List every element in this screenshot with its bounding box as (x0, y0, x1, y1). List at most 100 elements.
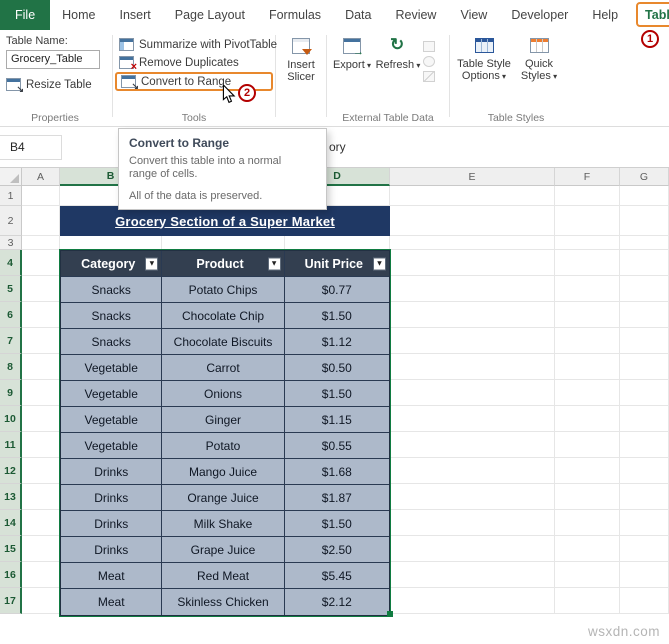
table-header-category[interactable]: Category (61, 251, 163, 277)
grid-cell[interactable] (620, 354, 669, 380)
remove-duplicates-button[interactable]: Remove Duplicates (115, 54, 273, 73)
table-cell[interactable]: Red Meat (162, 563, 285, 589)
grid-cell[interactable] (620, 236, 669, 250)
grid-cell[interactable] (620, 276, 669, 302)
row-header-16[interactable]: 16 (0, 562, 22, 588)
table-cell[interactable]: $1.50 (284, 381, 389, 407)
grid-cell[interactable] (22, 432, 60, 458)
grid-cell[interactable] (22, 380, 60, 406)
filter-dropdown-button[interactable] (373, 257, 386, 270)
formula-bar-input[interactable]: ory (329, 140, 346, 154)
grid-cell[interactable] (555, 458, 620, 484)
row-header-2[interactable]: 2 (0, 206, 22, 236)
grid-cell[interactable] (390, 250, 555, 276)
grid-cell[interactable] (390, 536, 555, 562)
table-cell[interactable]: Snacks (61, 277, 163, 303)
grid-cell[interactable] (620, 328, 669, 354)
grid-cell[interactable] (620, 380, 669, 406)
grid-cell[interactable] (555, 380, 620, 406)
grid-cell[interactable] (390, 276, 555, 302)
grid-cell[interactable] (390, 236, 555, 250)
table-cell[interactable]: Chocolate Chip (162, 303, 285, 329)
grid-cell[interactable] (390, 432, 555, 458)
grid-cell[interactable] (22, 354, 60, 380)
table-cell[interactable]: Grape Juice (162, 537, 285, 563)
table-header-product[interactable]: Product (162, 251, 285, 277)
grid-cell[interactable] (390, 302, 555, 328)
select-all-corner[interactable] (0, 168, 22, 186)
table-cell[interactable]: $0.77 (284, 277, 389, 303)
grid-cell[interactable] (555, 484, 620, 510)
summarize-with-pivottable-button[interactable]: Summarize with PivotTable (115, 36, 277, 53)
table-cell[interactable]: $5.45 (284, 563, 389, 589)
grid-cell[interactable] (22, 186, 60, 206)
tab-insert[interactable]: Insert (108, 0, 163, 30)
export-button[interactable]: Export (329, 30, 375, 118)
grid-cell[interactable] (162, 236, 285, 250)
grid-cell[interactable] (620, 536, 669, 562)
filter-dropdown-button[interactable] (145, 257, 159, 270)
refresh-button[interactable]: Refresh (375, 30, 421, 118)
table-cell[interactable]: Drinks (61, 511, 163, 537)
row-header-3[interactable]: 3 (0, 236, 22, 250)
table-cell[interactable]: $1.87 (284, 485, 389, 511)
tab-home[interactable]: Home (50, 0, 107, 30)
grid-cell[interactable] (620, 432, 669, 458)
name-box[interactable]: B4 (0, 135, 62, 160)
grid-cell[interactable] (620, 484, 669, 510)
row-header-15[interactable]: 15 (0, 536, 22, 562)
unlink-icon[interactable] (423, 71, 435, 82)
grid-cell[interactable] (22, 588, 60, 614)
quick-styles-button[interactable]: Quick Styles (516, 30, 562, 118)
grid-cell[interactable] (555, 588, 620, 614)
table-cell[interactable]: Vegetable (61, 355, 163, 381)
row-header-11[interactable]: 11 (0, 432, 22, 458)
table-cell[interactable]: Snacks (61, 329, 163, 355)
grid-cell[interactable] (620, 562, 669, 588)
grid-cell[interactable] (555, 406, 620, 432)
row-header-1[interactable]: 1 (0, 186, 22, 206)
grid-cell[interactable] (22, 406, 60, 432)
grid-cell[interactable] (620, 250, 669, 276)
grid-cell[interactable] (22, 484, 60, 510)
table-cell[interactable]: Snacks (61, 303, 163, 329)
grid-cell[interactable] (620, 458, 669, 484)
grid-cell[interactable] (22, 206, 60, 236)
table-name-input[interactable]: Grocery_Table (6, 50, 100, 69)
row-header-6[interactable]: 6 (0, 302, 22, 328)
tab-table-design[interactable]: Table Design (636, 2, 669, 27)
grid-cell[interactable] (620, 186, 669, 206)
table-cell[interactable]: Vegetable (61, 433, 163, 459)
grid-cell[interactable] (390, 484, 555, 510)
grid-cell[interactable] (390, 380, 555, 406)
tab-view[interactable]: View (448, 0, 499, 30)
table-cell[interactable]: Vegetable (61, 407, 163, 433)
tab-developer[interactable]: Developer (499, 0, 580, 30)
table-properties-icon[interactable] (423, 41, 435, 52)
grid-cell[interactable] (555, 510, 620, 536)
tab-page-layout[interactable]: Page Layout (163, 0, 257, 30)
grid-cell[interactable] (555, 562, 620, 588)
grid-cell[interactable] (555, 206, 620, 236)
table-cell[interactable]: Meat (61, 589, 163, 615)
table-cell[interactable]: Chocolate Biscuits (162, 329, 285, 355)
row-header-7[interactable]: 7 (0, 328, 22, 354)
table-cell[interactable]: $1.15 (284, 407, 389, 433)
grid-cell[interactable] (555, 236, 620, 250)
grid-cell[interactable] (390, 186, 555, 206)
row-header-12[interactable]: 12 (0, 458, 22, 484)
grid-cell[interactable] (390, 562, 555, 588)
grid-cell[interactable] (390, 206, 555, 236)
grid-cell[interactable] (285, 236, 390, 250)
table-cell[interactable]: Milk Shake (162, 511, 285, 537)
grid-cell[interactable] (555, 250, 620, 276)
grid-cell[interactable] (22, 328, 60, 354)
table-cell[interactable]: Ginger (162, 407, 285, 433)
grid-cell[interactable] (390, 354, 555, 380)
grid-cell[interactable] (22, 276, 60, 302)
row-header-17[interactable]: 17 (0, 588, 22, 614)
grid-cell[interactable] (390, 406, 555, 432)
grid-cell[interactable] (555, 328, 620, 354)
table-cell[interactable]: Potato (162, 433, 285, 459)
table-cell[interactable]: $1.50 (284, 511, 389, 537)
